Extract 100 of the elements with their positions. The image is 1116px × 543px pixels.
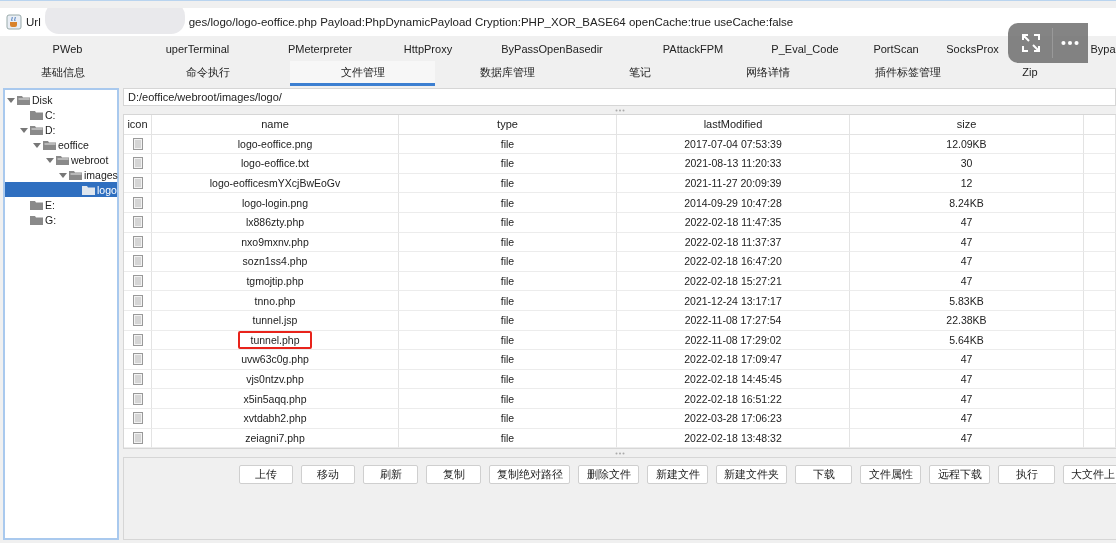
tree-item[interactable]: C:: [5, 107, 117, 122]
file-icon: [132, 137, 143, 150]
table-cell: file: [399, 271, 617, 292]
table-cell: 47: [850, 369, 1084, 390]
plugin-tab[interactable]: PWeb: [0, 42, 135, 55]
column-header[interactable]: lastModified: [617, 115, 850, 135]
tab[interactable]: 基础信息: [0, 61, 125, 86]
table-cell: file: [399, 134, 617, 155]
action-button[interactable]: 刷新: [363, 465, 418, 485]
caret-icon[interactable]: [7, 95, 15, 104]
action-button[interactable]: 远程下载: [929, 465, 990, 485]
table-cell: file: [399, 252, 617, 272]
plugin-tab[interactable]: P_Eval_Code: [758, 42, 852, 55]
empty-table-cell: [1084, 173, 1116, 194]
empty-table-cell: [1084, 428, 1116, 449]
more-icon[interactable]: [1061, 40, 1079, 46]
tree-item[interactable]: logo: [5, 182, 117, 197]
column-header[interactable]: type: [399, 115, 617, 135]
splitter-grip-icon[interactable]: [614, 108, 625, 112]
table-cell: 2021-08-13 11:20:33: [617, 154, 850, 174]
file-name: nxo9mxnv.php: [240, 234, 310, 250]
java-cup-icon: [6, 14, 22, 30]
folder-icon: [43, 139, 56, 150]
action-button[interactable]: 删除文件: [578, 465, 639, 485]
plugin-tab[interactable]: ByPassOpenBasedir: [476, 42, 628, 55]
table-cell: 2017-07-04 07:53:39: [617, 134, 850, 155]
table-cell: 2022-02-18 17:09:47: [617, 350, 850, 370]
table-cell: 2022-02-18 16:51:22: [617, 389, 850, 409]
table-cell: 2022-03-28 17:06:23: [617, 408, 850, 429]
file-name: zeiagni7.php: [244, 430, 306, 446]
empty-table-cell: [1084, 252, 1116, 272]
plugin-tab[interactable]: Bypa: [1090, 42, 1116, 55]
tab[interactable]: Zip: [980, 61, 1080, 86]
path-field[interactable]: D:/eoffice/webroot/images/logo/: [123, 88, 1116, 106]
empty-table-cell: [1084, 310, 1116, 331]
table-cell: file: [399, 212, 617, 233]
tree-item[interactable]: Disk: [5, 92, 117, 107]
action-button[interactable]: 大文件上: [1063, 465, 1116, 485]
action-button[interactable]: 上传: [239, 465, 293, 485]
plugin-tab[interactable]: PAttackFPM: [628, 42, 758, 55]
tab[interactable]: 网络详情: [700, 61, 835, 86]
file-name: vjs0ntzv.php: [245, 372, 305, 387]
table-cell: 2022-02-18 11:47:35: [617, 212, 850, 233]
table-cell: file: [399, 154, 617, 174]
action-button[interactable]: 下载: [795, 465, 852, 485]
file-name: tunnel.jsp: [251, 313, 299, 329]
column-header[interactable]: name: [152, 115, 399, 135]
plugin-tab[interactable]: PortScan: [852, 42, 940, 55]
file-icon: [132, 157, 143, 170]
table-cell: 47: [850, 232, 1084, 253]
plugin-tab[interactable]: HttpProxy: [380, 42, 476, 55]
tree-item[interactable]: webroot: [5, 152, 117, 167]
file-icon: [132, 353, 143, 366]
tab[interactable]: 数据库管理: [435, 61, 580, 86]
tree-item[interactable]: D:: [5, 122, 117, 137]
file-icon: [132, 373, 143, 385]
action-button[interactable]: 执行: [998, 465, 1055, 485]
folder-icon: [56, 154, 69, 165]
table-cell: 2014-09-29 10:47:28: [617, 193, 850, 213]
tree-item[interactable]: G:: [5, 212, 117, 227]
file-icon: [132, 333, 143, 346]
file-name: logo-eoffice.png: [236, 136, 314, 152]
empty-table-cell: [1084, 350, 1116, 370]
table-cell: 2021-11-27 20:09:39: [617, 173, 850, 194]
splitter-grip-icon[interactable]: [614, 451, 625, 455]
tree-item[interactable]: images: [5, 167, 117, 182]
action-button[interactable]: 新建文件: [647, 465, 708, 485]
action-button[interactable]: 复制绝对路径: [489, 465, 570, 485]
empty-table-cell: [1084, 154, 1116, 174]
tab[interactable]: 插件标签管理: [835, 61, 980, 86]
table-cell: 2021-12-24 13:17:17: [617, 291, 850, 311]
tab[interactable]: 笔记: [580, 61, 700, 86]
tab[interactable]: 命令执行: [125, 61, 290, 86]
empty-table-cell: [1084, 408, 1116, 429]
file-icon: [132, 235, 143, 248]
column-header[interactable]: size: [850, 115, 1084, 135]
action-button[interactable]: 复制: [426, 465, 481, 485]
plugin-tab[interactable]: SocksProx: [940, 42, 1005, 55]
action-button[interactable]: 移动: [301, 465, 355, 485]
column-header[interactable]: icon: [124, 115, 152, 135]
file-name: tgmojtip.php: [245, 274, 305, 290]
tree-item[interactable]: E:: [5, 197, 117, 212]
action-button[interactable]: 文件属性: [860, 465, 921, 485]
action-button[interactable]: 新建文件夹: [716, 465, 787, 485]
table-cell: 2022-02-18 14:45:45: [617, 369, 850, 390]
folder-icon: [17, 94, 30, 105]
empty-table-cell: [1084, 134, 1116, 155]
file-name: logo-login.png: [241, 195, 309, 211]
file-icon: [132, 431, 143, 444]
table-cell: file: [399, 389, 617, 409]
empty-header-cell: [1084, 115, 1116, 135]
table-cell: file: [399, 369, 617, 390]
table-cell: 2022-11-08 17:27:54: [617, 310, 850, 331]
expand-icon[interactable]: [1020, 32, 1042, 54]
tab[interactable]: 文件管理: [290, 61, 435, 86]
file-icon: [132, 196, 143, 209]
tree-item[interactable]: eoffice: [5, 137, 117, 152]
plugin-tab[interactable]: uperTerminal: [135, 42, 260, 55]
table-cell: file: [399, 310, 617, 331]
plugin-tab[interactable]: PMeterpreter: [260, 42, 380, 55]
